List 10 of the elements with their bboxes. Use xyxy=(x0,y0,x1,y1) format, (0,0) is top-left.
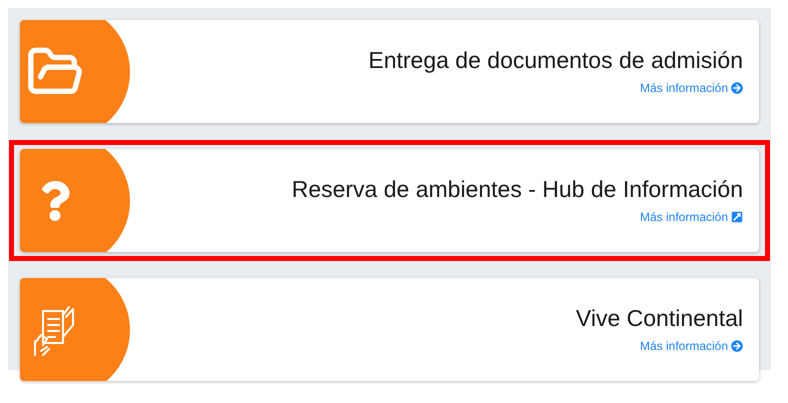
card-title: Vive Continental xyxy=(576,304,743,333)
card[interactable]: Reserva de ambientes - Hub de Información Más información xyxy=(20,149,759,252)
card-title: Reserva de ambientes - Hub de Información xyxy=(292,175,743,204)
card[interactable]: Entrega de documentos de admisión Más información xyxy=(20,20,759,123)
more-info-link[interactable]: Más información xyxy=(640,336,743,355)
card[interactable]: Vive Continental Más información xyxy=(20,278,759,381)
card-title: Entrega de documentos de admisión xyxy=(368,46,743,75)
external-link-icon xyxy=(731,210,743,223)
more-info-link[interactable]: Más información xyxy=(640,208,743,226)
more-info-link[interactable]: Más información xyxy=(640,78,743,97)
